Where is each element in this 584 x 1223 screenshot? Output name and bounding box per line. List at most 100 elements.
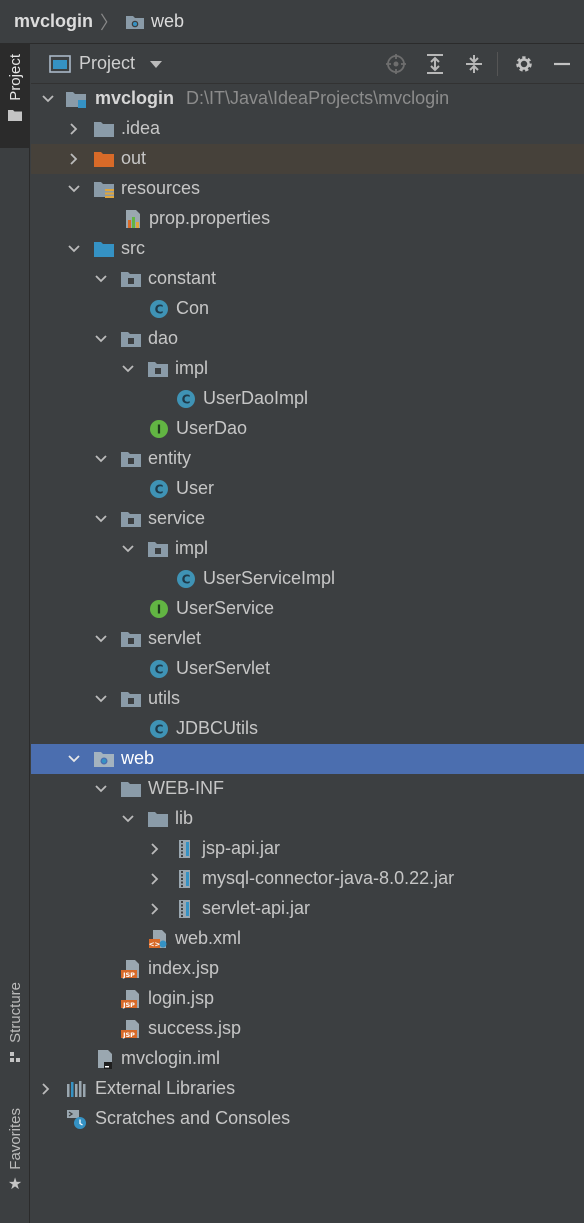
tree-row-resources[interactable]: resources <box>31 174 584 204</box>
chevron-right-icon[interactable] <box>148 902 162 916</box>
expand-all-icon[interactable] <box>423 52 447 76</box>
tree-row-out[interactable]: out <box>31 144 584 174</box>
tree-row-servlet-api-jar[interactable]: servlet-api.jar <box>31 894 584 924</box>
chevron-down-icon[interactable] <box>67 242 81 256</box>
chevron-down-icon[interactable] <box>121 542 135 556</box>
header-divider <box>497 52 498 76</box>
class-icon: C <box>177 570 195 588</box>
chevron-right-icon[interactable] <box>148 872 162 886</box>
tree-row-external-libraries[interactable]: External Libraries <box>31 1074 584 1104</box>
tree-row-scratches-consoles[interactable]: Scratches and Consoles <box>31 1104 584 1134</box>
chevron-down-icon[interactable] <box>94 452 108 466</box>
tree-row-con[interactable]: C Con <box>31 294 584 324</box>
chevron-down-icon[interactable] <box>94 512 108 526</box>
tree-row-mvclogin-iml[interactable]: mvclogin.iml <box>31 1044 584 1074</box>
tree-row-service-impl[interactable]: impl <box>31 534 584 564</box>
package-icon <box>148 362 168 377</box>
iml-file-icon <box>98 1050 112 1069</box>
chevron-right-icon[interactable] <box>67 122 81 136</box>
structure-icon <box>10 1051 20 1062</box>
chevron-down-icon[interactable] <box>94 632 108 646</box>
tree-row-jsp-api-jar[interactable]: jsp-api.jar <box>31 834 584 864</box>
tree-label: utils <box>148 688 181 708</box>
tree-label: dao <box>148 328 179 348</box>
package-icon <box>121 692 141 707</box>
collapse-all-icon[interactable] <box>462 52 486 76</box>
external-libraries-icon <box>67 1081 86 1097</box>
breadcrumb-separator: 〉 <box>100 12 119 33</box>
breadcrumb-project[interactable]: mvclogin <box>14 11 93 32</box>
tree-row-mvclogin[interactable]: mvclogin D:\IT\Java\IdeaProjects\mvclogin <box>31 84 584 114</box>
tree-row-index-jsp[interactable]: JSP index.jsp <box>31 954 584 984</box>
chevron-right-icon[interactable] <box>148 842 162 856</box>
web-xml-icon: <> <box>149 930 167 949</box>
tree-row-src[interactable]: src <box>31 234 584 264</box>
tree-row-login-jsp[interactable]: JSP login.jsp <box>31 984 584 1014</box>
project-tab-folder-icon <box>8 109 22 121</box>
chevron-right-icon[interactable] <box>39 1082 53 1096</box>
tree-row-success-jsp[interactable]: JSP success.jsp <box>31 1014 584 1044</box>
project-tool-tab[interactable]: Project <box>0 44 30 148</box>
tree-label: JDBCUtils <box>176 718 259 738</box>
svg-text:C: C <box>155 303 164 317</box>
chevron-down-icon[interactable] <box>41 92 55 106</box>
chevron-down-icon[interactable] <box>94 272 108 286</box>
project-panel-header: Project <box>31 44 584 84</box>
interface-icon: I <box>150 600 168 618</box>
tree-label: impl <box>175 538 209 558</box>
tree-row-userserviceimpl[interactable]: C UserServiceImpl <box>31 564 584 594</box>
locate-file-icon[interactable] <box>384 52 408 76</box>
svg-text:C: C <box>155 723 164 737</box>
tree-row-mysql-connector-jar[interactable]: mysql-connector-java-8.0.22.jar <box>31 864 584 894</box>
tree-row-prop-properties[interactable]: prop.properties <box>31 204 584 234</box>
tree-row-utils[interactable]: utils <box>31 684 584 714</box>
view-dropdown-icon[interactable] <box>149 59 163 69</box>
tree-row-userservice[interactable]: I UserService <box>31 594 584 624</box>
tree-label: resources <box>121 178 201 198</box>
tree-label: jsp-api.jar <box>202 838 281 858</box>
tree-label: web <box>121 748 155 768</box>
package-icon <box>121 332 141 347</box>
chevron-down-icon[interactable] <box>94 692 108 706</box>
tree-row-userdao[interactable]: I UserDao <box>31 414 584 444</box>
tree-row-web[interactable]: web <box>31 744 584 774</box>
class-icon: C <box>150 660 168 678</box>
excluded-folder-icon <box>94 152 114 167</box>
tree-row-servlet[interactable]: servlet <box>31 624 584 654</box>
class-icon: C <box>150 480 168 498</box>
tree-row-jdbcutils[interactable]: C JDBCUtils <box>31 714 584 744</box>
chevron-down-icon[interactable] <box>94 782 108 796</box>
chevron-down-icon[interactable] <box>67 752 81 766</box>
jsp-file-icon: JSP <box>121 990 139 1009</box>
tree-row-lib[interactable]: lib <box>31 804 584 834</box>
tree-row-dao[interactable]: dao <box>31 324 584 354</box>
web-folder-icon <box>126 15 145 29</box>
tree-row-dao-impl[interactable]: impl <box>31 354 584 384</box>
tree-row-userdaoimpl[interactable]: C UserDaoImpl <box>31 384 584 414</box>
hide-panel-icon[interactable] <box>550 52 574 76</box>
folder-icon <box>94 122 114 137</box>
tree-label: mvclogin.iml <box>121 1048 221 1068</box>
tree-row-userservlet[interactable]: C UserServlet <box>31 654 584 684</box>
tree-row-idea[interactable]: .idea <box>31 114 584 144</box>
tree-label: Con <box>176 298 210 318</box>
svg-text:JSP: JSP <box>122 1031 135 1039</box>
chevron-right-icon[interactable] <box>67 152 81 166</box>
tree-row-service[interactable]: service <box>31 504 584 534</box>
structure-tool-tab[interactable]: Structure <box>0 982 30 1082</box>
chevron-down-icon[interactable] <box>121 362 135 376</box>
breadcrumb-web[interactable]: web <box>151 11 184 32</box>
tree-label: web.xml <box>175 928 242 948</box>
favorites-tool-tab[interactable]: Favorites ★ <box>0 1108 30 1218</box>
tree-row-entity[interactable]: entity <box>31 444 584 474</box>
structure-tab-label: Structure <box>6 982 24 1043</box>
chevron-down-icon[interactable] <box>94 332 108 346</box>
tree-row-constant[interactable]: constant <box>31 264 584 294</box>
tree-row-web-xml[interactable]: <> web.xml <box>31 924 584 954</box>
gear-icon[interactable] <box>512 52 536 76</box>
tree-row-web-inf[interactable]: WEB-INF <box>31 774 584 804</box>
chevron-down-icon[interactable] <box>121 812 135 826</box>
chevron-down-icon[interactable] <box>67 182 81 196</box>
tree-row-user[interactable]: C User <box>31 474 584 504</box>
panel-title[interactable]: Project <box>79 53 135 74</box>
